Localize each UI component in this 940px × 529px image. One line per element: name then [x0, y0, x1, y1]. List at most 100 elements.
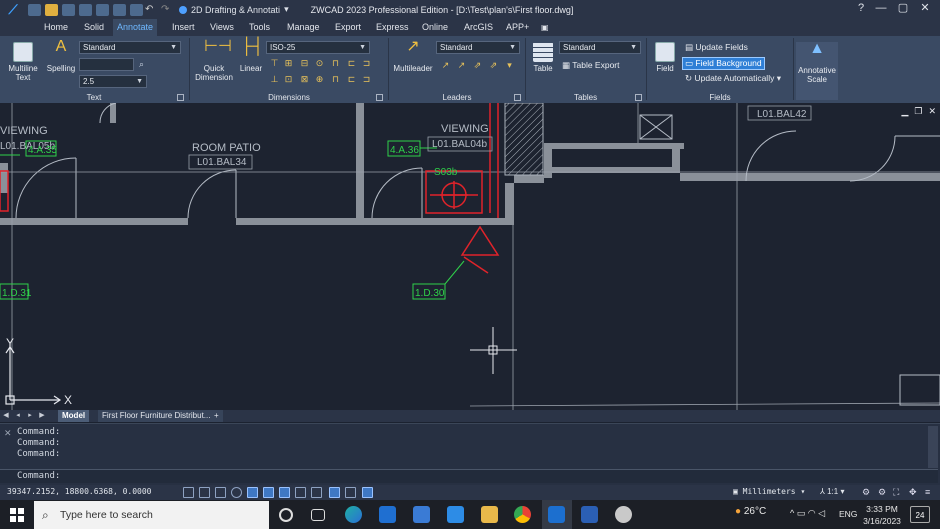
tab-insert[interactable]: Insert [168, 19, 199, 36]
mail-icon[interactable] [447, 506, 464, 523]
minimize-button[interactable]: — [870, 0, 892, 19]
start-button[interactable] [0, 500, 34, 529]
annotative-scale-button[interactable]: ▲ Annotative Scale [796, 41, 838, 100]
dim-tool-8-icon[interactable]: ⊥ [269, 74, 280, 85]
text-style-select[interactable]: Standard ▼ [79, 41, 181, 54]
tab-online[interactable]: Online [418, 19, 452, 36]
viewport-close-icon[interactable]: ✕ [928, 106, 936, 117]
leader-style-icon[interactable]: ▾ [504, 60, 515, 71]
panel-launcher-icon[interactable] [376, 94, 383, 101]
field-button[interactable]: Field [650, 42, 680, 73]
print-icon[interactable] [96, 3, 109, 16]
multileader-button[interactable]: ↗ Multileader [390, 39, 436, 74]
outlook-icon[interactable] [379, 506, 396, 523]
dimension-style-select[interactable]: ISO-25 ▼ [266, 41, 370, 54]
tab-views[interactable]: Views [206, 19, 238, 36]
viewport-restore-icon[interactable]: ❐ [914, 106, 922, 117]
word-icon[interactable] [581, 506, 598, 523]
viewport-minimize-icon[interactable]: ▁ [901, 106, 908, 117]
dim-radius-icon[interactable]: ⊙ [314, 58, 325, 69]
quick-dimension-button[interactable]: ⊢⊣ Quick Dimension [193, 39, 235, 83]
table-button[interactable]: Table [528, 42, 558, 73]
tab-export[interactable]: Export [331, 19, 365, 36]
dim-tool-14-icon[interactable]: ⊐ [361, 74, 372, 85]
field-background-button[interactable]: ▭ Field Background [682, 57, 765, 70]
dim-tool-10-icon[interactable]: ⊠ [299, 74, 310, 85]
grid-display-icon[interactable] [199, 487, 210, 498]
tab-layout-furniture[interactable]: First Floor Furniture Distribut... [98, 410, 215, 422]
chrome-icon[interactable] [514, 506, 531, 523]
panel-launcher-icon[interactable] [514, 94, 521, 101]
annotation-visibility-icon[interactable]: ⚙ [862, 487, 873, 498]
edge-icon[interactable] [345, 506, 362, 523]
collect-leader-icon[interactable]: ⇗ [488, 60, 499, 71]
close-icon[interactable]: ✕ [4, 428, 12, 439]
update-fields-button[interactable]: ▤ Update Fields [685, 42, 748, 53]
update-automatically-button[interactable]: ↻ Update Automatically ▾ [685, 73, 781, 84]
close-button[interactable]: ✕ [914, 0, 936, 19]
dim-tool-13-icon[interactable]: ⊏ [346, 74, 357, 85]
store-icon[interactable] [413, 506, 430, 523]
linear-dimension-button[interactable]: ├┤ Linear [237, 39, 265, 74]
system-tray-icons[interactable]: ^ ▭ ◠ ◁ [790, 508, 825, 519]
tab-app-plus[interactable]: APP+ [502, 19, 533, 36]
prev-layout-icon[interactable]: ◂ [14, 411, 22, 421]
new-file-icon[interactable] [28, 3, 41, 16]
text-height-select[interactable]: 2.5 ▼ [79, 75, 147, 88]
dim-tool-2-icon[interactable]: ⊞ [283, 58, 294, 69]
dim-tool-11-icon[interactable]: ⊕ [314, 74, 325, 85]
tab-solid[interactable]: Solid [80, 19, 108, 36]
lock-ui-icon[interactable]: ✥ [909, 487, 920, 498]
customize-icon[interactable]: ≡ [925, 487, 936, 498]
zwcad-logo-icon[interactable]: ⟋ [0, 0, 26, 19]
drawing-svg[interactable]: VIEWING L01.BAL05b ROOM PATIO L01.BAL34 … [0, 103, 940, 410]
drawing-canvas[interactable]: VIEWING L01.BAL05b ROOM PATIO L01.BAL34 … [0, 103, 940, 410]
tab-home[interactable]: Home [40, 19, 72, 36]
select-icon[interactable] [130, 3, 143, 16]
table-style-select[interactable]: Standard ▼ [559, 41, 641, 54]
dim-tool-5-icon[interactable]: ⊓ [330, 58, 341, 69]
cortana-icon[interactable] [279, 508, 293, 522]
taskbar-search-input[interactable]: ⌕ Type here to search [34, 501, 269, 529]
find-text-input[interactable] [79, 58, 134, 71]
dim-tool-9-icon[interactable]: ⊡ [283, 74, 294, 85]
command-input[interactable]: Command: [0, 469, 938, 483]
tab-express[interactable]: Express [372, 19, 413, 36]
save-as-icon[interactable] [79, 3, 92, 16]
help-button[interactable]: ? [850, 0, 872, 19]
search-icon[interactable]: ⌕ [136, 59, 147, 70]
remove-leader-icon[interactable]: ↗ [456, 60, 467, 71]
dim-tool-6-icon[interactable]: ⊏ [346, 58, 357, 69]
annotation-monitor-icon[interactable] [362, 487, 373, 498]
table-export-button[interactable]: ▦ Table Export [562, 60, 620, 71]
units-selector[interactable]: ▣ Millimeters ▾ [733, 487, 805, 496]
panel-launcher-icon[interactable] [177, 94, 184, 101]
save-icon[interactable] [62, 3, 75, 16]
weather-widget[interactable]: ● 26°C [735, 506, 766, 517]
dynamic-input-icon[interactable] [295, 487, 306, 498]
ribbon-toggle-icon[interactable]: ▣ [537, 19, 553, 36]
selection-cycling-icon[interactable] [345, 487, 356, 498]
workspace-selector[interactable]: 2D Drafting & Annotati ▾ [179, 4, 289, 15]
zwcad-taskbar-button[interactable] [542, 500, 572, 529]
panel-launcher-icon[interactable] [635, 94, 642, 101]
maximize-button[interactable]: ▢ [892, 0, 914, 19]
publish-icon[interactable] [113, 3, 126, 16]
polar-tracking-icon[interactable] [231, 487, 242, 498]
object-snap-tracking-icon[interactable] [263, 487, 274, 498]
language-indicator[interactable]: ENG [839, 509, 857, 519]
command-scrollbar[interactable] [928, 426, 938, 468]
transparency-icon[interactable] [329, 487, 340, 498]
dim-tool-1-icon[interactable]: ⊤ [269, 58, 280, 69]
undo-icon[interactable]: ↶ [145, 4, 155, 15]
tab-tools[interactable]: Tools [245, 19, 274, 36]
tab-model[interactable]: Model [58, 410, 90, 422]
annotation-scale-selector[interactable]: ⅄ 1:1 ▾ [820, 487, 844, 496]
dynamic-ucs-icon[interactable] [279, 487, 290, 498]
dim-tool-3-icon[interactable]: ⊟ [299, 58, 310, 69]
notification-center-button[interactable]: 24 [910, 506, 930, 523]
multiline-text-button[interactable]: Multiline Text [4, 42, 42, 82]
dim-tool-12-icon[interactable]: ⊓ [330, 74, 341, 85]
add-layout-button[interactable]: + [210, 410, 223, 422]
align-leader-icon[interactable]: ⇗ [472, 60, 483, 71]
